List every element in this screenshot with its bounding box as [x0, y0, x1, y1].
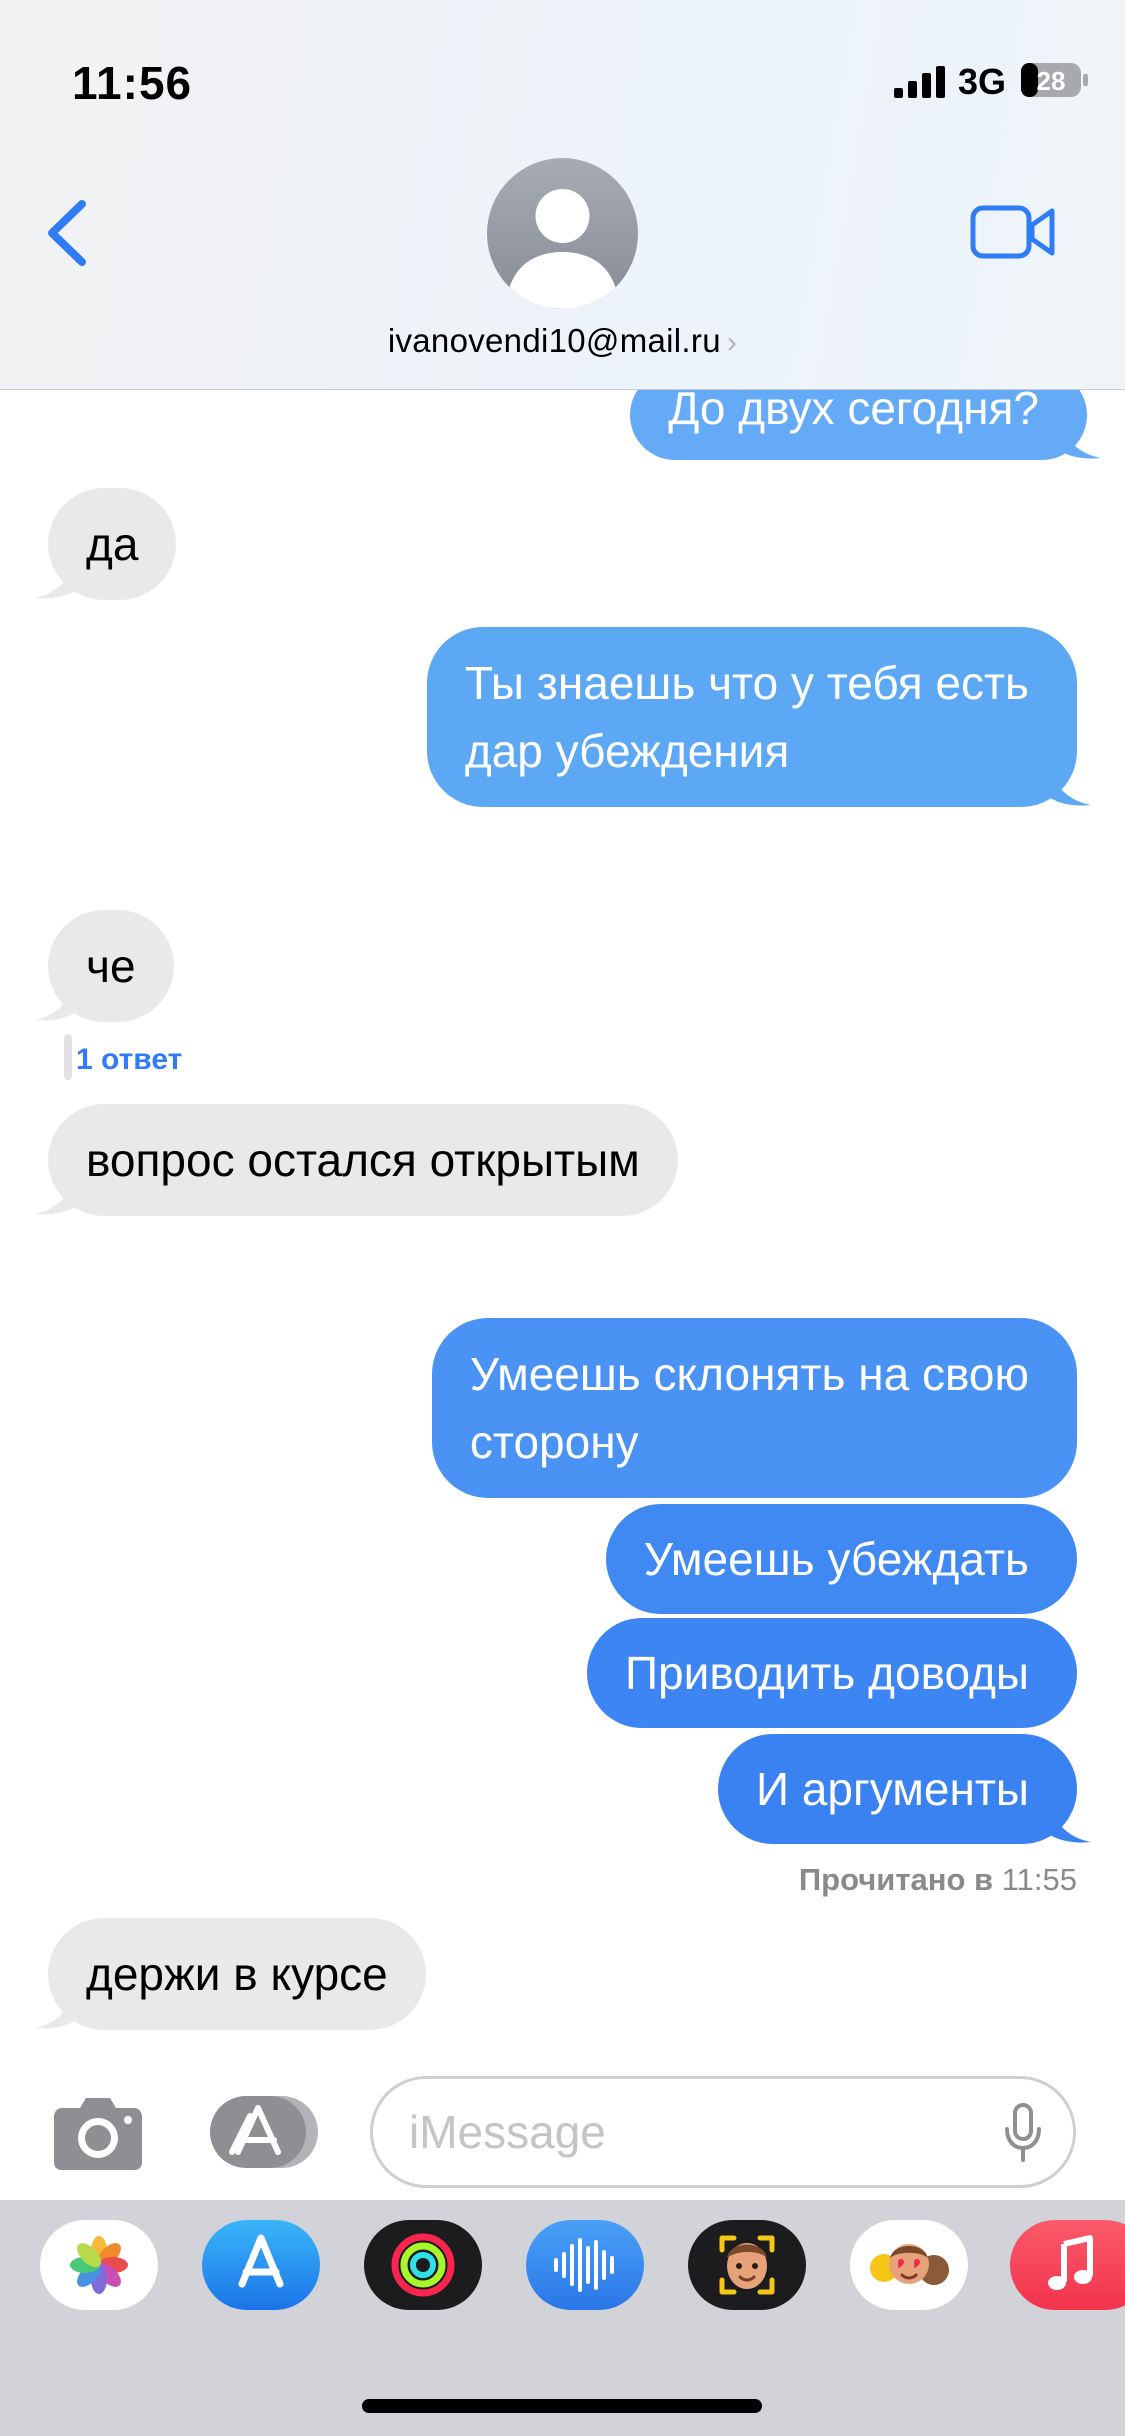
photos-app-icon[interactable]: [40, 2220, 158, 2310]
thread-reply-count[interactable]: 1 ответ: [64, 1034, 183, 1084]
conversation-header: 11:56 3G 28 ivanovendi10@mail.ru ›: [0, 0, 1125, 390]
battery-icon: 28: [1021, 63, 1088, 97]
chevron-right-icon: ›: [726, 326, 738, 359]
animoji-stickers-app-icon[interactable]: [850, 2220, 968, 2310]
cellular-signal-icon: [894, 66, 945, 98]
reply-number: 1: [76, 1042, 93, 1076]
bubble-tail: [34, 1176, 76, 1215]
read-receipt-time: 11:55: [1001, 1862, 1077, 1897]
message-bubble-in[interactable]: да: [34, 488, 177, 600]
app-store-app-icon[interactable]: [202, 2220, 320, 2310]
message-text-line: Умеешь склонять на свою: [469, 1348, 1029, 1400]
activity-rings-icon: [391, 2233, 455, 2297]
memoji-face-icon: [719, 2235, 775, 2295]
message-bubble-out[interactable]: Умеешь убеждать: [605, 1504, 1077, 1614]
message-text: вопрос остался открытым: [86, 1134, 640, 1186]
network-type: 3G: [958, 61, 1007, 102]
app-store-a-icon: [238, 2234, 284, 2288]
message-bubble-out[interactable]: Ты знаешь что у тебя есть дар убеждения: [426, 627, 1091, 807]
contact-name[interactable]: ivanovendi10@mail.ru ›: [0, 322, 1125, 360]
message-bubble-in[interactable]: че: [34, 910, 174, 1022]
message-text: да: [86, 518, 139, 570]
svg-text:28: 28: [1037, 66, 1066, 96]
home-indicator[interactable]: [362, 2399, 762, 2413]
thread-line: [64, 1034, 72, 1080]
back-chevron-icon[interactable]: [42, 198, 92, 268]
message-bubble-out[interactable]: Умеешь склонять на свою сторону: [431, 1318, 1077, 1498]
message-text: Умеешь убеждать: [643, 1533, 1029, 1585]
message-text-line: сторону: [469, 1416, 639, 1468]
contact-email: ivanovendi10@mail.ru: [387, 322, 721, 359]
bubble-tail: [34, 560, 76, 599]
memoji-stickers-icon: [870, 2244, 949, 2285]
voice-memos-app-icon[interactable]: [526, 2220, 644, 2310]
contact-avatar[interactable]: [487, 158, 638, 309]
message-bubble-out[interactable]: И аргументы: [717, 1734, 1091, 1844]
music-app-icon[interactable]: [1010, 2220, 1125, 2310]
memoji-app-icon[interactable]: [688, 2220, 806, 2310]
message-bubble-in[interactable]: держи в курсе: [34, 1918, 426, 2030]
read-receipt-label: Прочитано в: [798, 1862, 994, 1897]
message-text-line: Ты знаешь что у тебя есть: [464, 657, 1029, 709]
message-bubble-out[interactable]: Приводить доводы: [586, 1618, 1077, 1728]
message-text: че: [86, 940, 136, 992]
person-icon: [509, 189, 616, 309]
bubble-tail: [1049, 1804, 1091, 1843]
photos-flower-icon: [70, 2236, 128, 2294]
message-text: держи в курсе: [86, 1948, 388, 2000]
message-text: Приводить доводы: [624, 1647, 1029, 1699]
activity-app-icon[interactable]: [364, 2220, 482, 2310]
message-text: И аргументы: [755, 1763, 1029, 1815]
bubble-tail: [1049, 767, 1091, 806]
bubble-tail: [34, 1990, 76, 2029]
status-time: 11:56: [72, 57, 193, 109]
bubble-tail: [34, 982, 76, 1021]
message-text-line: дар убеждения: [464, 725, 790, 777]
message-bubble-in[interactable]: вопрос остался открытым: [34, 1104, 678, 1216]
reply-label: ответ: [101, 1042, 183, 1076]
waveform-icon: [554, 2238, 614, 2292]
facetime-video-icon[interactable]: [970, 203, 1056, 261]
read-receipt: Прочитано в 11:55: [799, 1862, 1077, 1898]
bubble-tail: [1059, 420, 1101, 459]
music-note-icon: [1048, 2235, 1093, 2290]
